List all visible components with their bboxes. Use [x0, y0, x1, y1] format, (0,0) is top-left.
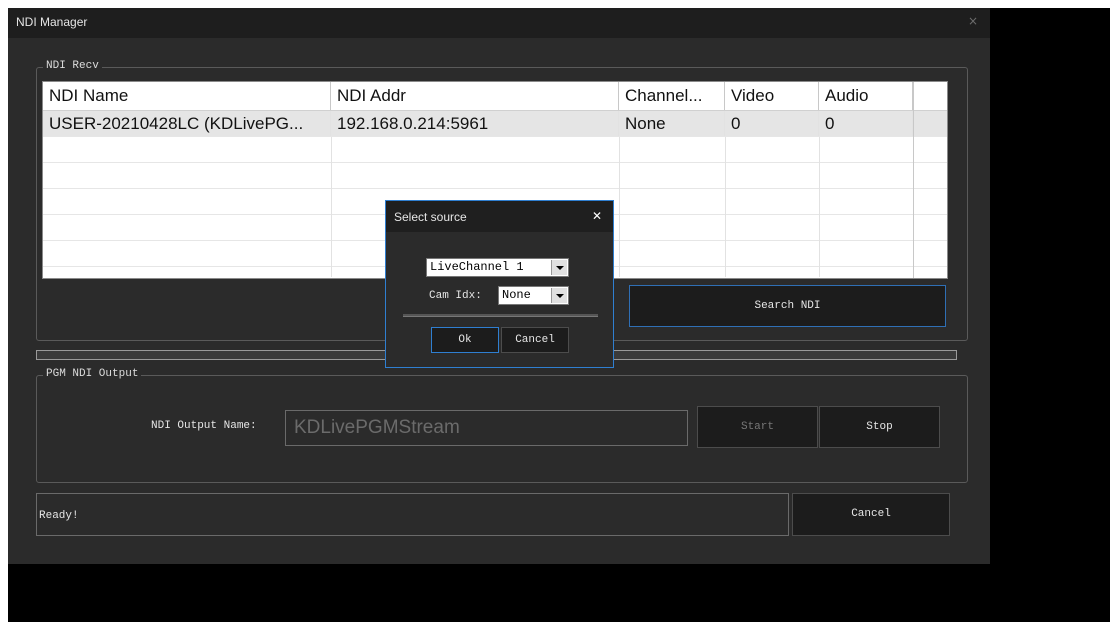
stop-button[interactable]: Stop	[819, 406, 940, 448]
cell-ndi-name: USER-20210428LC (KDLivePG...	[43, 111, 331, 136]
dialog-cancel-button[interactable]: Cancel	[501, 327, 569, 353]
column-header-audio[interactable]: Audio	[819, 82, 913, 110]
column-divider	[819, 137, 820, 277]
column-divider	[725, 137, 726, 277]
column-divider	[619, 137, 620, 277]
cell-audio: 0	[819, 111, 913, 136]
desktop-background-right	[990, 8, 1110, 622]
ndi-output-name-field[interactable]: KDLivePGMStream	[285, 410, 688, 446]
cam-idx-label: Cam Idx:	[429, 290, 482, 302]
channel-select[interactable]: LiveChannel 1	[426, 258, 569, 277]
dialog-close-icon[interactable]: ✕	[592, 209, 602, 223]
cell-ndi-addr: 192.168.0.214:5961	[331, 111, 619, 136]
table-row-empty	[43, 137, 947, 163]
channel-select-value: LiveChannel 1	[430, 260, 524, 274]
dialog-title: Select source	[394, 210, 467, 224]
cam-idx-select-value: None	[502, 288, 531, 302]
title-bar: NDI Manager ×	[8, 8, 990, 38]
column-header-video[interactable]: Video	[725, 82, 819, 110]
cam-idx-select[interactable]: None	[498, 286, 569, 305]
table-header: NDI Name NDI Addr Channel... Video Audio	[43, 82, 947, 111]
window-title: NDI Manager	[16, 15, 88, 29]
column-header-ndi-name[interactable]: NDI Name	[43, 82, 331, 110]
ok-button[interactable]: Ok	[431, 327, 499, 353]
start-button[interactable]: Start	[697, 406, 818, 448]
select-source-dialog: Select source ✕ LiveChannel 1 Cam Idx: N…	[385, 200, 614, 368]
window-close-icon[interactable]: ×	[968, 14, 978, 28]
status-bar: Ready!	[36, 493, 789, 536]
pgm-ndi-output-group-label: PGM NDI Output	[43, 368, 142, 380]
chevron-down-icon	[551, 260, 567, 275]
column-header-channel[interactable]: Channel...	[619, 82, 725, 110]
ndi-output-name-label: NDI Output Name:	[151, 420, 257, 432]
table-row-empty	[43, 163, 947, 189]
column-header-ndi-addr[interactable]: NDI Addr	[331, 82, 619, 110]
column-divider	[913, 82, 914, 278]
cell-video: 0	[725, 111, 819, 136]
dialog-title-bar: Select source ✕	[386, 201, 613, 232]
column-divider	[331, 137, 332, 277]
table-row[interactable]: USER-20210428LC (KDLivePG... 192.168.0.2…	[43, 111, 947, 137]
cell-channel: None	[619, 111, 725, 136]
search-ndi-button[interactable]: Search NDI	[629, 285, 946, 327]
desktop-background-bottom	[8, 564, 990, 622]
ndi-output-name-value: KDLivePGMStream	[294, 417, 460, 438]
ndi-recv-group-label: NDI Recv	[43, 60, 102, 72]
cancel-button[interactable]: Cancel	[792, 493, 950, 536]
dialog-divider	[403, 314, 598, 317]
chevron-down-icon	[551, 288, 567, 303]
status-text: Ready!	[39, 510, 79, 522]
